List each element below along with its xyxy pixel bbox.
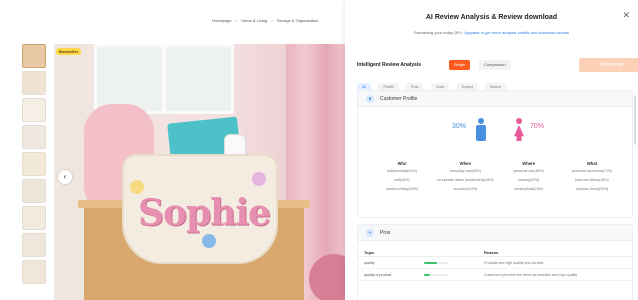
product-main-image[interactable]: Sophie (54, 44, 345, 300)
thumbnail[interactable] (22, 125, 46, 149)
card-title: Customer Profile (380, 96, 418, 102)
breadcrumb-item[interactable]: Homepage (212, 18, 232, 23)
image-name-text: Sophie (138, 192, 271, 234)
row-reason: Products are high quality and durable (484, 261, 544, 265)
thumbnail[interactable] (22, 260, 46, 284)
row-topic: quality of product (364, 273, 392, 277)
thumbnail[interactable] (22, 71, 46, 95)
analysis-header: Intelligent Review Analysis Single Compa… (357, 58, 638, 72)
thumbnail[interactable] (22, 98, 46, 122)
column-head: What (586, 161, 598, 166)
panel-subtitle: Remaining your today QPL: Upgrade to get… (345, 30, 638, 35)
row-share-fill (424, 262, 438, 264)
profile-column-what: What personal occasions(72%) bedroom ite… (562, 161, 622, 196)
row-share-bar (424, 274, 448, 276)
column-value: bedroom items(18%) (575, 178, 609, 182)
review-analysis-panel: ✕ AI Review Analysis & Review download R… (345, 0, 638, 300)
thumbnail[interactable] (22, 206, 46, 230)
table-row[interactable]: quality of product Customers perceive th… (358, 269, 632, 281)
row-share-fill (424, 274, 430, 276)
card-header: + Pros (358, 225, 632, 241)
table-row[interactable]: quality Products are high quality and du… (358, 257, 632, 269)
column-value: compact items(10%) (575, 187, 609, 191)
row-share-bar (424, 262, 448, 264)
column-value: occasion(24%) (453, 187, 478, 191)
column-value: self(40%) (394, 178, 410, 182)
column-value: personal occasions(72%) (571, 169, 613, 173)
product-page: Homepage › Home & Living › Storage & Org… (0, 0, 345, 300)
customer-profile-card: ● Customer Profile 30% 70% Who toddlers/… (357, 90, 633, 218)
chevron-left-icon[interactable]: ‹ (58, 170, 72, 184)
female-icon-head (516, 118, 522, 124)
table-header: Topic Reason (358, 247, 632, 257)
male-percent: 30% (452, 123, 467, 130)
thumbnail[interactable] (22, 179, 46, 203)
male-icon-body (476, 125, 486, 141)
column-value: everyday use(48%) (449, 169, 481, 173)
column-head: When (459, 161, 472, 166)
single-button[interactable]: Single (449, 60, 471, 70)
female-icon (514, 118, 524, 142)
card-header: ● Customer Profile (358, 91, 632, 107)
column-header-topic: Topic (364, 250, 375, 255)
analysis-scroll-area[interactable]: ● Customer Profile 30% 70% Who toddlers/… (357, 90, 635, 300)
breadcrumb-item[interactable]: Home & Living (241, 18, 267, 23)
thumbnail[interactable] (22, 152, 46, 176)
column-value: toddlers/kids(42%) (387, 169, 417, 173)
column-head: Where (522, 161, 536, 166)
card-title: Pros (380, 230, 391, 236)
thumbs-up-icon: + (366, 229, 374, 237)
comparison-button[interactable]: Comparison (479, 60, 511, 70)
profile-column-where: Where personal use(46%) nursery(30%) nur… (499, 161, 559, 196)
bestseller-badge: Bestseller (56, 48, 82, 55)
column-header-reason: Reason (484, 250, 499, 255)
column-value: nursery(30%) (517, 178, 540, 182)
column-value: newborn/baby(18%) (385, 187, 419, 191)
column-value: personal use(46%) (513, 169, 544, 173)
pros-table: Topic Reason quality Products are high q… (358, 247, 632, 281)
column-value: on specific dates (mentioned)(28%) (437, 178, 494, 182)
panel-scrollbar[interactable] (634, 95, 636, 145)
row-topic: quality (364, 261, 375, 265)
male-icon (476, 118, 486, 142)
filter-tabs: All Profile Pros Cons Expect Motive (357, 75, 509, 91)
quota-text: Remaining your today QPL: (414, 30, 464, 35)
female-icon-body (514, 125, 524, 141)
thumbnail[interactable] (22, 233, 46, 257)
female-percent: 70% (530, 123, 545, 130)
download-button[interactable]: Download (579, 58, 638, 72)
image-window-mullion (162, 44, 166, 114)
breadcrumb: Homepage › Home & Living › Storage & Org… (212, 18, 319, 23)
profile-grid: Who toddlers/kids(42%) self(40%) newborn… (372, 161, 622, 196)
column-head: Who (397, 161, 407, 166)
thumbnail-list (22, 44, 48, 287)
image-flower (252, 172, 266, 186)
user-icon: ● (366, 95, 374, 103)
row-reason: Customers perceive the items as beautifu… (484, 273, 578, 277)
image-flower (202, 234, 216, 248)
thumbnail[interactable] (22, 44, 46, 68)
pros-card: + Pros Topic Reason quality Products are… (357, 224, 633, 300)
column-value: nursery/kids(24%) (514, 187, 544, 191)
upgrade-link[interactable]: Upgrade to get more analysis credits and… (464, 30, 569, 35)
breadcrumb-item[interactable]: Storage & Organization (277, 18, 319, 23)
analysis-title: Intelligent Review Analysis (357, 62, 422, 68)
panel-title: AI Review Analysis & Review download (425, 14, 558, 21)
male-icon-head (478, 118, 484, 124)
profile-column-who: Who toddlers/kids(42%) self(40%) newborn… (372, 161, 432, 196)
profile-column-when: When everyday use(48%) on specific dates… (435, 161, 495, 196)
